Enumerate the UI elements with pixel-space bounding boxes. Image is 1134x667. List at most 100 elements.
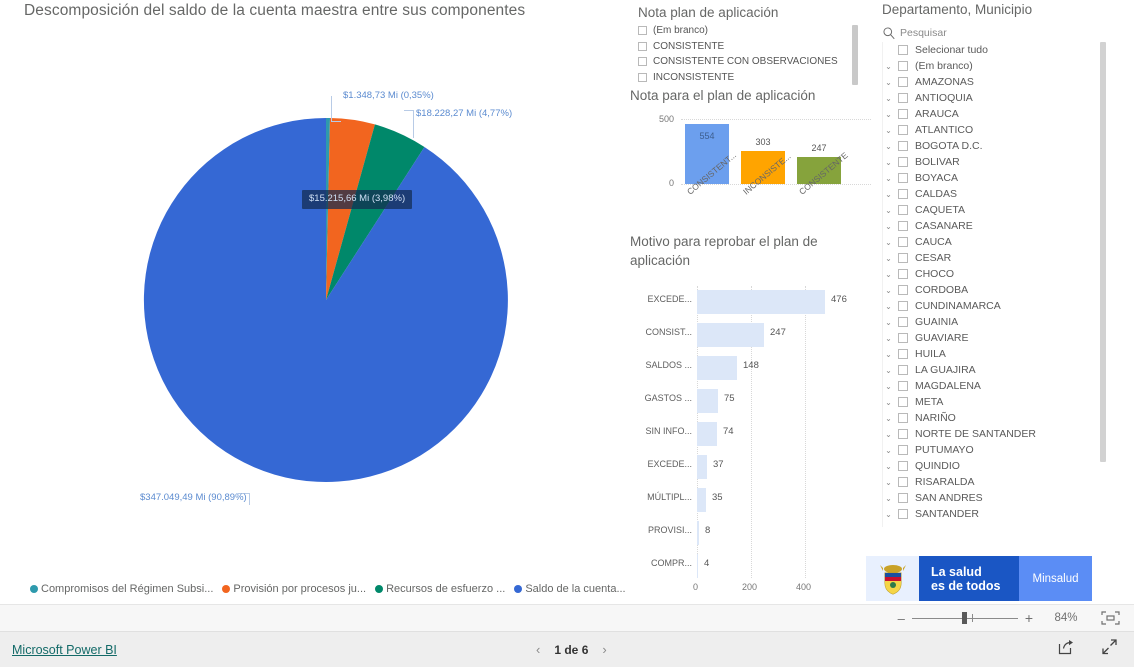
slicer-item-dept[interactable]: ⌄ CAQUETA [882, 202, 1128, 218]
slicer-item-dept[interactable]: ⌄ (Em branco) [882, 58, 1128, 74]
pie-chart-plot-area[interactable]: $1.348,73 Mi (0,35%) $18.228,27 Mi (4,77… [0, 0, 628, 604]
zoom-out-button[interactable]: – [898, 611, 905, 626]
legend-item-recursos[interactable]: Recursos de esfuerzo ... [375, 583, 505, 595]
hbar-fill[interactable] [697, 323, 764, 347]
slicer-item-dept[interactable]: ⌄ MAGDALENA [882, 378, 1128, 394]
chevron-down-icon[interactable]: ⌄ [882, 318, 895, 327]
hbar-row[interactable]: SALDOS ... 148 [628, 352, 878, 384]
chevron-down-icon[interactable]: ⌄ [882, 510, 895, 519]
slicer-item-dept[interactable]: ⌄ GUAINIA [882, 314, 1128, 330]
chevron-down-icon[interactable]: ⌄ [882, 334, 895, 343]
chevron-down-icon[interactable]: ⌄ [882, 430, 895, 439]
pie-chart-svg[interactable] [0, 0, 628, 604]
checkbox-icon[interactable] [898, 61, 908, 71]
slicer-item-inconsistente[interactable]: INCONSISTENTE [638, 70, 868, 86]
slicer-item-dept[interactable]: ⌄ CORDOBA [882, 282, 1128, 298]
chevron-down-icon[interactable]: ⌄ [882, 270, 895, 279]
slicer-item-dept[interactable]: ⌄ LA GUAJIRA [882, 362, 1128, 378]
checkbox-icon[interactable] [898, 253, 908, 263]
nota-plan-slicer[interactable]: Nota plan de aplicación (Em branco) CONS… [628, 0, 878, 90]
slicer-item-select-all[interactable]: ⌄ Selecionar tudo [882, 42, 1128, 58]
legend-item-saldo[interactable]: Saldo de la cuenta... [514, 583, 626, 595]
slicer-item-dept[interactable]: ⌄ BOYACA [882, 170, 1128, 186]
legend-item-compromisos[interactable]: Compromisos del Régimen Subsi... [30, 583, 213, 595]
chevron-down-icon[interactable]: ⌄ [882, 350, 895, 359]
hbar-row[interactable]: SIN INFO... 74 [628, 418, 878, 450]
checkbox-icon[interactable] [898, 269, 908, 279]
slicer-item-dept[interactable]: ⌄ HUILA [882, 346, 1128, 362]
hbar-row[interactable]: CONSIST... 247 [628, 319, 878, 351]
checkbox-icon[interactable] [898, 509, 908, 519]
slicer-item-dept[interactable]: ⌄ CASANARE [882, 218, 1128, 234]
nota-plan-slicer-list[interactable]: (Em branco) CONSISTENTE CONSISTENTE CON … [638, 23, 868, 85]
checkbox-icon[interactable] [898, 317, 908, 327]
slicer-item-dept[interactable]: ⌄ CALDAS [882, 186, 1128, 202]
motivo-reprobar-bar-chart-visual[interactable]: Motivo para reprobar el plan de aplicaci… [628, 232, 878, 604]
departamento-slicer-scrollbar[interactable] [1100, 42, 1106, 462]
chevron-down-icon[interactable]: ⌄ [882, 478, 895, 487]
slicer-item-dept[interactable]: ⌄ NORTE DE SANTANDER [882, 426, 1128, 442]
chevron-down-icon[interactable]: ⌄ [882, 366, 895, 375]
checkbox-icon[interactable] [898, 205, 908, 215]
departamento-search-box[interactable]: Pesquisar [882, 24, 1128, 42]
slicer-item-dept[interactable]: ⌄ GUAVIARE [882, 330, 1128, 346]
microsoft-power-bi-link[interactable]: Microsoft Power BI [12, 643, 117, 657]
departamento-slicer-list[interactable]: ⌄ Selecionar tudo ⌄ (Em branco) ⌄ AMAZONAS… [882, 42, 1128, 527]
checkbox-icon[interactable] [898, 77, 908, 87]
slicer-item-dept[interactable]: ⌄ SANTANDER [882, 506, 1128, 522]
checkbox-icon[interactable] [898, 109, 908, 119]
slicer-item-dept[interactable]: ⌄ CHOCO [882, 266, 1128, 282]
share-icon[interactable] [1058, 639, 1075, 660]
hbar-fill[interactable] [697, 455, 707, 479]
checkbox-icon[interactable] [898, 285, 908, 295]
fullscreen-icon[interactable] [1101, 639, 1118, 660]
chevron-down-icon[interactable]: ⌄ [882, 222, 895, 231]
hbar-row[interactable]: GASTOS ... 75 [628, 385, 878, 417]
zoom-slider[interactable] [911, 611, 1018, 625]
chevron-left-icon[interactable]: ‹ [536, 642, 540, 657]
chevron-down-icon[interactable]: ⌄ [882, 414, 895, 423]
checkbox-icon[interactable] [638, 57, 647, 67]
checkbox-icon[interactable] [898, 477, 908, 487]
checkbox-icon[interactable] [898, 125, 908, 135]
checkbox-icon[interactable] [898, 381, 908, 391]
departamento-municipio-slicer[interactable]: Departamento, Municipio Pesquisar ⌄ Sele… [878, 0, 1134, 545]
checkbox-icon[interactable] [898, 333, 908, 343]
chevron-down-icon[interactable]: ⌄ [882, 78, 895, 87]
pie-chart-legend[interactable]: Compromisos del Régimen Subsi... Provisi… [30, 583, 628, 595]
slicer-item-em-branco[interactable]: (Em branco) [638, 23, 868, 39]
hbar-fill[interactable] [697, 290, 825, 314]
chevron-right-icon[interactable]: › [602, 642, 606, 657]
slicer-item-consistente[interactable]: CONSISTENTE [638, 39, 868, 55]
hbar-fill[interactable] [697, 356, 737, 380]
motivo-reprobar-chart-plot[interactable]: EXCEDE... 476 CONSIST... 247 SALDOS ... … [628, 286, 878, 596]
chevron-down-icon[interactable]: ⌄ [882, 382, 895, 391]
hbar-row[interactable]: PROVISI... 8 [628, 517, 878, 549]
zoom-slider-thumb[interactable] [961, 612, 967, 624]
chevron-down-icon[interactable]: ⌄ [882, 254, 895, 263]
slicer-item-dept[interactable]: ⌄ RISARALDA [882, 474, 1128, 490]
checkbox-icon[interactable] [898, 413, 908, 423]
hbar-row[interactable]: EXCEDE... 37 [628, 451, 878, 483]
checkbox-icon[interactable] [898, 429, 908, 439]
chevron-down-icon[interactable]: ⌄ [882, 206, 895, 215]
legend-item-provision[interactable]: Provisión por procesos ju... [222, 583, 366, 595]
checkbox-icon[interactable] [898, 93, 908, 103]
hbar-fill[interactable] [697, 389, 718, 413]
pie-slice-saldo[interactable] [143, 117, 508, 483]
checkbox-icon[interactable] [898, 301, 908, 311]
zoom-in-button[interactable]: + [1025, 610, 1033, 626]
chevron-down-icon[interactable]: ⌄ [882, 174, 895, 183]
chevron-down-icon[interactable]: ⌄ [882, 126, 895, 135]
checkbox-icon[interactable] [898, 445, 908, 455]
checkbox-icon[interactable] [638, 72, 647, 82]
slicer-item-dept[interactable]: ⌄ CESAR [882, 250, 1128, 266]
checkbox-icon[interactable] [898, 365, 908, 375]
slicer-item-dept[interactable]: ⌄ ARAUCA [882, 106, 1128, 122]
checkbox-icon[interactable] [898, 461, 908, 471]
chevron-down-icon[interactable]: ⌄ [882, 142, 895, 151]
hbar-fill[interactable] [697, 488, 706, 512]
hbar-fill[interactable] [697, 422, 717, 446]
hbar-row[interactable]: MÚLTIPL... 35 [628, 484, 878, 516]
chevron-down-icon[interactable]: ⌄ [882, 398, 895, 407]
